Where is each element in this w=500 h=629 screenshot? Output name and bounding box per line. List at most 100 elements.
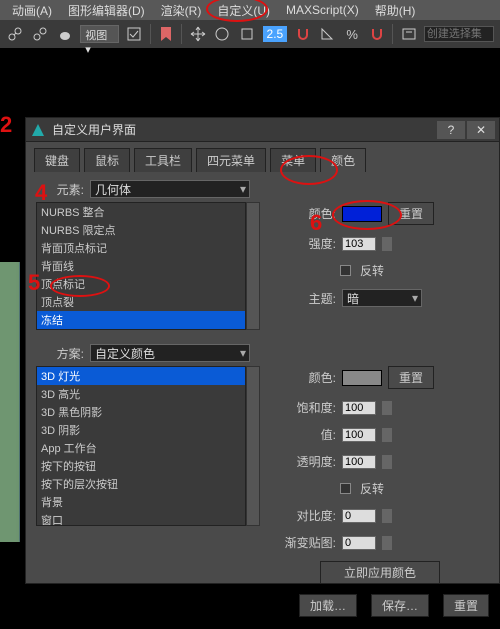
list-item[interactable]: 背面顶点标记 (37, 239, 245, 257)
teapot-icon[interactable] (56, 24, 75, 44)
snap-value-badge[interactable]: 2.5 (263, 26, 288, 42)
contrast-spinner[interactable]: 0 (342, 509, 376, 523)
spinner-buttons[interactable] (382, 455, 392, 469)
list-item[interactable]: 3D 黑色阴影 (37, 403, 245, 421)
scale-icon[interactable] (238, 24, 257, 44)
list-item[interactable]: 顶点标记 (37, 275, 245, 293)
customize-ui-dialog: 自定义用户界面 ? ✕ 键盘 鼠标 工具栏 四元菜单 菜单 颜色 元素: 几何体… (25, 117, 500, 584)
gradient-label: 渐变贴图: (280, 534, 336, 551)
dialog-tabs: 键盘 鼠标 工具栏 四元菜单 菜单 颜色 (26, 142, 499, 172)
tab-toolbars[interactable]: 工具栏 (134, 148, 192, 172)
list-item[interactable]: 按下的按钮 (37, 457, 245, 475)
listbox-scrollbar[interactable] (246, 366, 260, 526)
reset-all-button[interactable]: 重置 (443, 594, 489, 617)
tab-menus[interactable]: 菜单 (270, 148, 316, 172)
list-item-selected[interactable]: 3D 灯光 (37, 367, 245, 385)
alpha-spinner[interactable]: 100 (342, 455, 376, 469)
tab-mouse[interactable]: 鼠标 (84, 148, 130, 172)
scheme-listbox[interactable]: 3D 灯光 3D 高光 3D 黑色阴影 3D 阴影 App 工作台 按下的按钮 … (36, 366, 246, 526)
checkbox-list-icon[interactable] (125, 24, 144, 44)
theme-label: 主题: (280, 290, 336, 307)
menu-graph-editor[interactable]: 图形编辑器(D) (60, 0, 153, 21)
spinner-buttons[interactable] (382, 237, 392, 251)
spinner-buttons[interactable] (382, 428, 392, 442)
color2-label: 颜色: (280, 369, 336, 386)
listbox-scrollbar[interactable] (246, 202, 260, 330)
invert-label: 反转 (360, 262, 384, 279)
invert2-label: 反转 (360, 480, 384, 497)
color2-swatch[interactable] (342, 370, 382, 386)
colors-panel: 元素: 几何体 NURBS 整合 NURBS 限定点 背面顶点标记 背面线 顶点… (26, 172, 499, 629)
apply-now-button[interactable]: 立即应用颜色 (320, 561, 440, 584)
list-item[interactable]: 背面线 (37, 257, 245, 275)
spinner-buttons[interactable] (382, 401, 392, 415)
element-combo[interactable]: 几何体 (90, 180, 250, 198)
alpha-label: 透明度: (280, 453, 336, 470)
element-label: 元素: (36, 181, 84, 198)
spinner-buttons[interactable] (382, 536, 392, 550)
dialog-titlebar: 自定义用户界面 ? ✕ (26, 118, 499, 142)
unlink-icon[interactable] (31, 24, 50, 44)
menu-help[interactable]: 帮助(H) (367, 0, 424, 21)
selection-set-input[interactable] (424, 26, 494, 42)
menu-animation[interactable]: 动画(A) (4, 0, 60, 21)
list-item[interactable]: NURBS 整合 (37, 203, 245, 221)
spinner-buttons[interactable] (382, 509, 392, 523)
angle-snap-icon[interactable] (318, 24, 337, 44)
list-item[interactable]: 窗口 (37, 511, 245, 526)
percent-icon[interactable]: % (343, 24, 362, 44)
intensity-spinner[interactable]: 103 (342, 237, 376, 251)
list-item[interactable]: 法线 - 未指定 (37, 329, 245, 330)
list-item[interactable]: 顶点裂 (37, 293, 245, 311)
value-spinner[interactable]: 100 (342, 428, 376, 442)
view-dropdown-label: 视图 (85, 30, 107, 42)
tab-colors[interactable]: 颜色 (320, 148, 366, 172)
load-button[interactable]: 加载… (299, 594, 357, 617)
help-button[interactable]: ? (437, 121, 465, 139)
theme-combo[interactable]: 暗 (342, 289, 422, 307)
intensity-label: 强度: (280, 235, 336, 252)
separator (392, 24, 393, 44)
bookmark-icon[interactable] (157, 24, 176, 44)
snap-toggle-icon[interactable] (293, 24, 312, 44)
list-item[interactable]: 3D 阴影 (37, 421, 245, 439)
tab-keyboard[interactable]: 键盘 (34, 148, 80, 172)
invert-checkbox[interactable] (340, 265, 351, 276)
menu-maxscript[interactable]: MAXScript(X) (278, 1, 367, 19)
menu-customize[interactable]: 自定义(U) (209, 0, 278, 21)
app-logo-icon (30, 122, 46, 138)
move-icon[interactable] (188, 24, 207, 44)
list-item[interactable]: App 工作台 (37, 439, 245, 457)
menu-render[interactable]: 渲染(R) (153, 0, 210, 21)
scheme-combo[interactable]: 自定义颜色 (90, 344, 250, 362)
reset-color2-button[interactable]: 重置 (388, 366, 434, 389)
list-item[interactable]: 3D 高光 (37, 385, 245, 403)
view-dropdown[interactable]: 视图 ▾ (80, 25, 119, 43)
save-button[interactable]: 保存… (371, 594, 429, 617)
snap-toggle2-icon[interactable] (367, 24, 386, 44)
edit-named-sel-icon[interactable] (399, 24, 418, 44)
list-item[interactable]: NURBS 限定点 (37, 221, 245, 239)
close-button[interactable]: ✕ (467, 121, 495, 139)
value-label: 值: (280, 426, 336, 443)
list-item[interactable]: 按下的层次按钮 (37, 475, 245, 493)
main-menubar: 动画(A) 图形编辑器(D) 渲染(R) 自定义(U) MAXScript(X)… (0, 0, 500, 20)
color-label: 颜色: (280, 205, 336, 222)
tab-quads[interactable]: 四元菜单 (196, 148, 266, 172)
separator (150, 24, 151, 44)
invert2-checkbox[interactable] (340, 483, 351, 494)
list-item[interactable]: 背景 (37, 493, 245, 511)
element-listbox[interactable]: NURBS 整合 NURBS 限定点 背面顶点标记 背面线 顶点标记 顶点裂 冻… (36, 202, 246, 330)
saturation-label: 饱和度: (280, 399, 336, 416)
gradient-spinner[interactable]: 0 (342, 536, 376, 550)
separator (181, 24, 182, 44)
scheme-label: 方案: (36, 345, 84, 362)
link-icon[interactable] (6, 24, 25, 44)
rotate-icon[interactable] (213, 24, 232, 44)
dialog-title: 自定义用户界面 (52, 121, 435, 138)
saturation-spinner[interactable]: 100 (342, 401, 376, 415)
reset-color-button[interactable]: 重置 (388, 202, 434, 225)
list-item-selected[interactable]: 冻结 (37, 311, 245, 329)
annotation-number-2: 2 (0, 112, 12, 138)
color-swatch[interactable] (342, 206, 382, 222)
